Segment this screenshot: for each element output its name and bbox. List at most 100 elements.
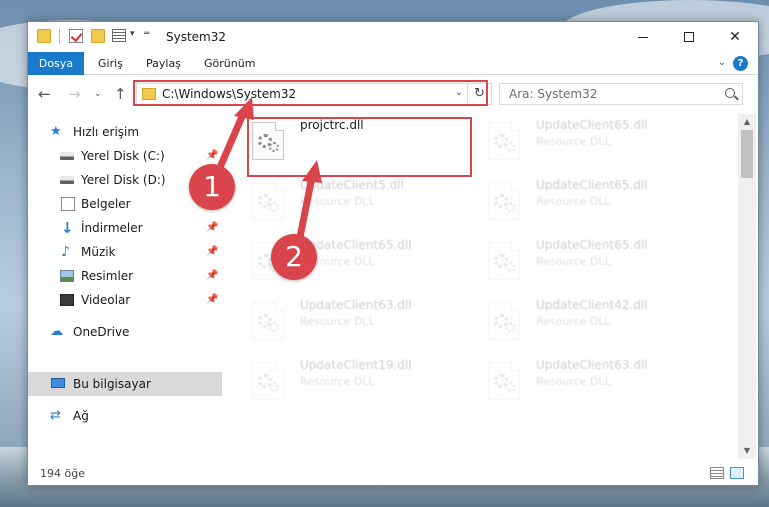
tab-share[interactable]: Paylaş <box>134 52 193 75</box>
file-name: projctrc.dll <box>300 118 364 132</box>
back-arrow-icon[interactable]: ← <box>38 85 51 103</box>
file-item[interactable]: UpdateClient65.dll Resource DLL <box>464 234 689 290</box>
file-item[interactable]: UpdateClient63.dll Resource DLL <box>228 294 453 350</box>
file-item[interactable]: UpdateClient65.dll Resource DLL <box>464 114 689 170</box>
pictures-icon <box>60 270 74 282</box>
properties-icon[interactable] <box>112 29 126 42</box>
file-name: UpdateClient65.dll <box>300 238 412 252</box>
pin-icon[interactable]: 📌 <box>206 216 218 240</box>
dll-file-icon <box>488 242 520 280</box>
title-bar: ▾ ═ System32 ✕ <box>28 22 758 52</box>
scroll-up-icon[interactable]: ▲ <box>738 114 756 130</box>
tab-home[interactable]: Giriş <box>86 52 135 75</box>
file-item[interactable]: UpdateClient65.dll Resource DLL <box>228 234 453 290</box>
sidebar-item-music[interactable]: ♪ Müzik 📌 <box>28 240 222 264</box>
callout-badge-1: 1 <box>189 164 235 210</box>
documents-icon <box>61 197 75 211</box>
scrollbar-thumb[interactable] <box>741 130 753 178</box>
navigation-pane: ★ Hızlı erişim Yerel Disk (C:) 📌 Yerel D… <box>28 114 223 459</box>
network-icon: ⇄ <box>50 408 61 423</box>
search-icon[interactable] <box>725 88 735 98</box>
up-arrow-icon[interactable]: ↑ <box>114 85 127 103</box>
file-item[interactable]: UpdateClient63.dll Resource DLL <box>464 354 689 410</box>
close-button[interactable]: ✕ <box>712 22 758 52</box>
file-type: Resource DLL <box>300 315 375 328</box>
chevron-down-icon[interactable]: ⌄ <box>455 87 463 98</box>
search-input[interactable]: Ara: System32 <box>509 87 597 101</box>
file-name: UpdateClient65.dll <box>536 238 648 252</box>
dll-file-icon <box>252 182 284 220</box>
sidebar-item-onedrive[interactable]: ☁ OneDrive <box>28 320 222 344</box>
details-view-icon[interactable] <box>710 467 724 479</box>
sidebar-item-quick-access[interactable]: ★ Hızlı erişim <box>28 120 222 144</box>
file-type: Resource DLL <box>536 255 611 268</box>
sidebar-item-local-disk-c[interactable]: Yerel Disk (C:) 📌 <box>28 144 222 168</box>
music-icon: ♪ <box>61 244 70 260</box>
sidebar-item-label: Resimler <box>81 269 134 283</box>
status-bar: 194 öğe <box>28 462 758 485</box>
sidebar-item-label: Hızlı erişim <box>73 125 140 139</box>
folder-icon <box>37 29 51 43</box>
folder-icon <box>142 88 156 100</box>
close-icon: ✕ <box>729 29 741 45</box>
file-type: Resource DLL <box>300 195 375 208</box>
dll-file-icon <box>252 122 284 160</box>
recent-locations-icon[interactable]: ⌄ <box>94 89 102 99</box>
refresh-icon[interactable]: ↻ <box>467 84 491 104</box>
minimize-button[interactable] <box>620 22 666 52</box>
customize-toolbar-icon[interactable]: ═ <box>144 29 149 39</box>
address-path[interactable]: C:\Windows\System32 <box>162 87 296 101</box>
tab-view[interactable]: Görünüm <box>192 52 267 75</box>
sidebar-item-label: OneDrive <box>73 325 130 339</box>
file-name: UpdateClient19.dll <box>300 358 412 372</box>
file-item[interactable]: UpdateClient5.dll Resource DLL <box>228 174 453 230</box>
address-bar[interactable]: C:\Windows\System32 ⌄ ↻ <box>136 83 492 105</box>
dll-file-icon <box>252 302 284 340</box>
properties-check-icon[interactable] <box>69 29 83 43</box>
tab-file[interactable]: Dosya <box>28 52 84 75</box>
sidebar-item-label: Bu bilgisayar <box>73 377 151 391</box>
file-type: Resource DLL <box>536 195 611 208</box>
sidebar-item-label: Ağ <box>73 409 89 423</box>
file-type: Resource DLL <box>536 375 611 388</box>
maximize-button[interactable] <box>666 22 712 52</box>
large-icons-view-icon[interactable] <box>730 467 744 479</box>
computer-icon <box>51 378 65 388</box>
pin-icon[interactable]: 📌 <box>206 240 218 264</box>
minimize-icon <box>638 36 648 38</box>
expand-ribbon-icon[interactable]: ⌄ <box>718 57 726 68</box>
file-item[interactable]: UpdateClient65.dll Resource DLL <box>464 174 689 230</box>
file-item[interactable]: UpdateClient42.dll Resource DLL <box>464 294 689 350</box>
vertical-scrollbar[interactable]: ▲ ▼ <box>738 114 756 459</box>
file-type: Resource DLL <box>536 135 611 148</box>
new-folder-icon[interactable] <box>91 29 105 43</box>
search-box[interactable]: Ara: System32 <box>499 83 743 105</box>
sidebar-item-label: Videolar <box>81 293 131 307</box>
dll-file-icon <box>488 302 520 340</box>
sidebar-item-pictures[interactable]: Resimler 📌 <box>28 264 222 288</box>
sidebar-item-videos[interactable]: Videolar 📌 <box>28 288 222 312</box>
dll-file-icon <box>488 362 520 400</box>
dll-file-icon <box>488 182 520 220</box>
pin-icon[interactable]: 📌 <box>206 288 218 312</box>
sidebar-item-network[interactable]: ⇄ Ağ <box>28 404 222 428</box>
window-title: System32 <box>166 30 227 44</box>
navigation-bar: ← → ⌄ ↑ C:\Windows\System32 ⌄ ↻ Ara: Sys… <box>28 76 758 112</box>
help-icon[interactable]: ? <box>733 56 748 71</box>
forward-arrow-icon[interactable]: → <box>68 85 81 103</box>
chevron-down-icon[interactable]: ▾ <box>130 29 135 39</box>
file-item[interactable]: UpdateClient19.dll Resource DLL <box>228 354 453 410</box>
dll-file-icon <box>488 122 520 160</box>
sidebar-item-label: Yerel Disk (C:) <box>81 149 165 163</box>
file-type: Resource DLL <box>536 315 611 328</box>
sidebar-item-downloads[interactable]: ↓ İndirmeler 📌 <box>28 216 222 240</box>
file-explorer-window: ▾ ═ System32 ✕ Dosya Giriş Paylaş Görünü… <box>27 21 759 486</box>
maximize-icon <box>684 32 694 42</box>
scroll-down-icon[interactable]: ▼ <box>738 443 756 459</box>
file-item-projctrc[interactable]: projctrc.dll <box>228 114 453 170</box>
sidebar-item-this-pc[interactable]: Bu bilgisayar <box>28 372 222 396</box>
file-name: UpdateClient65.dll <box>536 118 648 132</box>
ribbon-tabs: Dosya Giriş Paylaş Görünüm ⌄ ? <box>28 52 758 75</box>
pin-icon[interactable]: 📌 <box>206 264 218 288</box>
file-name: UpdateClient5.dll <box>300 178 404 192</box>
